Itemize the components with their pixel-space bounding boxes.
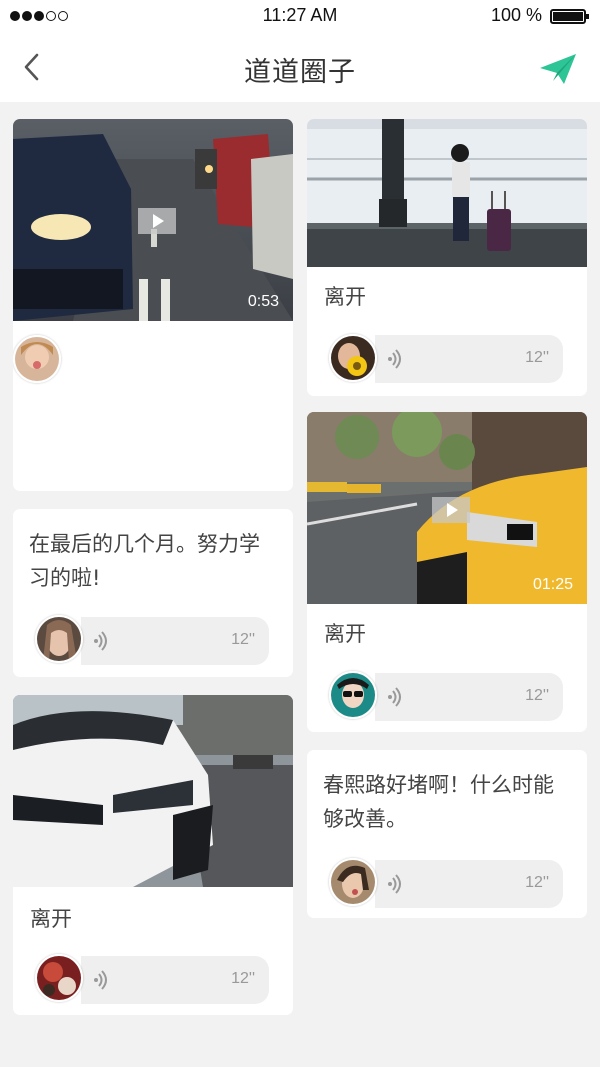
post-text: 在最后的几个月。努力学习的啦! [29, 532, 260, 590]
sound-wave-icon [388, 349, 401, 369]
paper-plane-icon [540, 54, 576, 84]
taxi-street-photo[interactable]: 01:25 [307, 412, 587, 604]
nav-bar: 道道圈子 [0, 32, 600, 102]
voice-message[interactable]: 12'' [81, 617, 269, 665]
status-bar: 11:27 AM 100 % [0, 0, 600, 32]
sports-car-photo[interactable] [13, 695, 293, 887]
send-button[interactable] [538, 52, 578, 86]
post-card-bmw[interactable]: 离开 12'' [13, 695, 293, 1015]
play-button[interactable] [138, 208, 176, 234]
voice-length: 12'' [231, 631, 255, 648]
voice-length: 12'' [231, 970, 255, 987]
avatar[interactable] [329, 858, 377, 906]
avatar[interactable] [35, 615, 83, 663]
battery-icon [550, 9, 589, 24]
voice-message[interactable]: 12'' [375, 673, 563, 721]
avatar[interactable] [329, 334, 377, 382]
sound-wave-icon [94, 970, 107, 990]
page-title: 道道圈子 [244, 57, 356, 88]
post-text: 春熙路好堵啊！什么时能够改善。 [323, 773, 554, 831]
video-duration: 0:53 [247, 293, 279, 310]
avatar[interactable] [13, 335, 61, 383]
post-caption: 离开 [30, 907, 72, 931]
airport-traveler-photo[interactable] [307, 119, 587, 267]
play-button[interactable] [432, 497, 470, 523]
post-card-taxi-video[interactable]: 01:25 离开 12'' [307, 412, 587, 732]
post-card-street-video[interactable]: 0:53 [13, 119, 293, 491]
sound-wave-icon [94, 631, 107, 651]
street-traffic-photo[interactable]: 0:53 [13, 119, 293, 321]
post-caption: 离开 [324, 285, 366, 309]
battery-percent: 100 % [490, 5, 542, 25]
avatar[interactable] [35, 954, 83, 1002]
voice-message[interactable]: 12'' [375, 860, 563, 908]
sound-wave-icon [388, 874, 401, 894]
video-duration: 01:25 [532, 576, 573, 593]
post-card-text-1[interactable]: 在最后的几个月。努力学习的啦! 12'' [13, 509, 293, 677]
voice-length: 12'' [525, 349, 549, 366]
post-card-airport[interactable]: 离开 12'' [307, 119, 587, 396]
voice-length: 12'' [525, 874, 549, 891]
voice-message[interactable]: 12'' [375, 335, 563, 383]
post-card-text-2[interactable]: 春熙路好堵啊！什么时能够改善。 12'' [307, 750, 587, 918]
voice-message[interactable]: 12'' [81, 956, 269, 1004]
voice-length: 12'' [525, 687, 549, 704]
post-caption: 离开 [324, 622, 366, 646]
avatar[interactable] [329, 671, 377, 719]
sound-wave-icon [388, 687, 401, 707]
